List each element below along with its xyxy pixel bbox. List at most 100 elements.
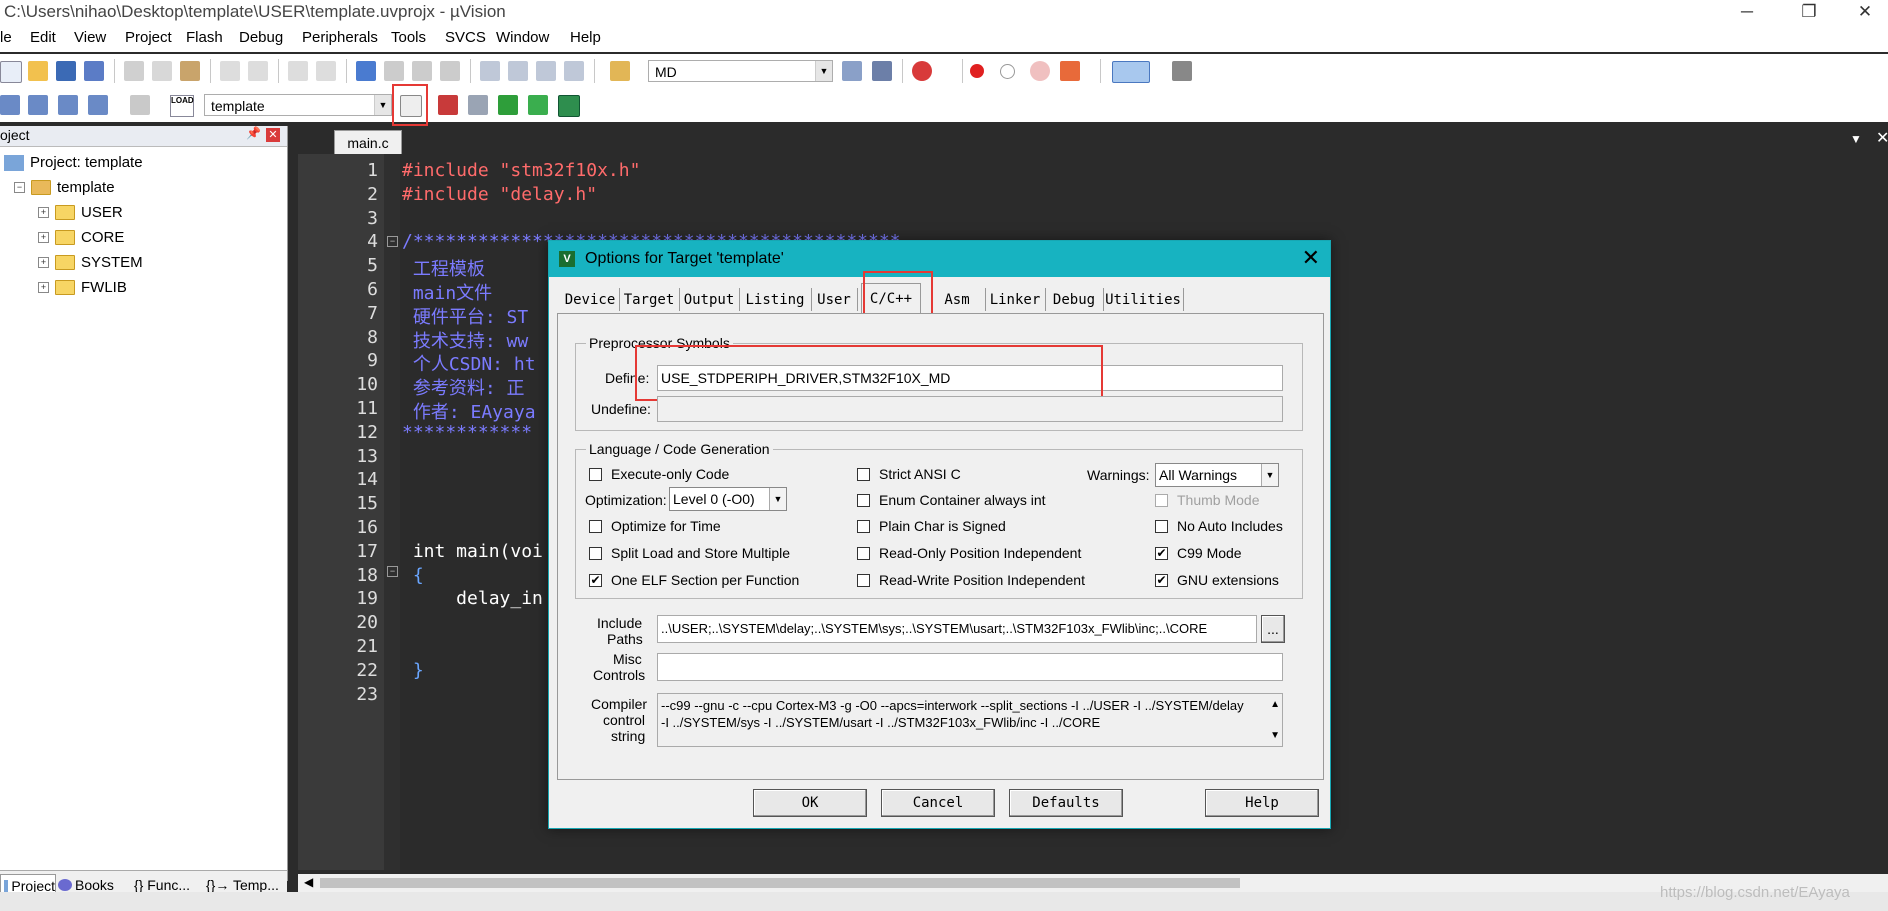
tree-project-root[interactable]: Project: template	[4, 150, 143, 175]
plain-char-checkbox[interactable]	[857, 520, 870, 533]
scroll-left-icon[interactable]: ◀	[304, 875, 313, 889]
copy-icon[interactable]	[152, 61, 172, 81]
breakpoint-icon[interactable]	[970, 64, 984, 78]
find-in-files-icon[interactable]	[610, 61, 630, 81]
manage-rte-icon[interactable]	[498, 95, 518, 115]
build-icon[interactable]	[28, 95, 48, 115]
nav-forward-icon[interactable]	[316, 61, 336, 81]
strict-ansi-checkbox[interactable]	[857, 468, 870, 481]
nav-back-icon[interactable]	[288, 61, 308, 81]
tab-list-icon[interactable]: ▼	[1850, 132, 1862, 146]
tree-group-fwlib[interactable]: + FWLIB	[38, 275, 127, 300]
rebuild-icon[interactable]	[58, 95, 78, 115]
no-auto-includes-checkbox[interactable]	[1155, 520, 1168, 533]
menu-tools[interactable]: Tools	[391, 29, 426, 46]
menu-file[interactable]: le	[0, 29, 12, 46]
menu-debug[interactable]: Debug	[239, 29, 283, 46]
tab-utilities[interactable]: Utilities	[1103, 288, 1184, 311]
redo-icon[interactable]	[248, 61, 268, 81]
paste-icon[interactable]	[180, 61, 200, 81]
ro-pos-checkbox[interactable]	[857, 547, 870, 560]
dialog-close-icon[interactable]: ✕	[1302, 245, 1320, 271]
collapse-icon[interactable]: −	[14, 182, 25, 193]
compiler-string-field[interactable]: --c99 --gnu -c --cpu Cortex-M3 -g -O0 --…	[657, 693, 1283, 747]
close-tab-icon[interactable]: ✕	[1876, 128, 1888, 148]
help-button[interactable]: Help	[1205, 789, 1319, 817]
optimize-time-checkbox[interactable]	[589, 520, 602, 533]
configure-icon[interactable]	[1172, 61, 1192, 81]
minimize-button[interactable]: ─	[1724, 0, 1770, 24]
menu-peripherals[interactable]: Peripherals	[302, 29, 378, 46]
load-icon[interactable]: LOAD	[170, 95, 194, 117]
find-combo[interactable]: MD ▼	[648, 60, 833, 82]
target-select[interactable]: template ▼	[204, 94, 392, 116]
c99-checkbox[interactable]: ✔	[1155, 547, 1168, 560]
translate-icon[interactable]	[0, 95, 20, 115]
save-all-icon[interactable]	[84, 61, 104, 81]
gnu-ext-checkbox[interactable]: ✔	[1155, 574, 1168, 587]
optimization-select[interactable]: Level 0 (-O0) ▼	[669, 487, 787, 511]
include-paths-field[interactable]: ..\USER;..\SYSTEM\delay;..\SYSTEM\sys;..…	[657, 615, 1257, 643]
one-elf-checkbox[interactable]: ✔	[589, 574, 602, 587]
tab-device[interactable]: Device	[561, 288, 620, 311]
batch-build-icon[interactable]	[88, 95, 108, 115]
tab-user[interactable]: User	[811, 288, 858, 311]
tab-asm[interactable]: Asm	[929, 288, 986, 311]
tree-group-system[interactable]: + SYSTEM	[38, 250, 143, 275]
close-window-button[interactable]: ✕	[1842, 0, 1888, 24]
chevron-down-icon[interactable]: ▼	[374, 95, 391, 115]
bookmark-prev-icon[interactable]	[384, 61, 404, 81]
menu-edit[interactable]: Edit	[30, 29, 56, 46]
pack-installer-icon[interactable]	[528, 95, 548, 115]
new-file-icon[interactable]	[0, 61, 22, 83]
stop-build-icon[interactable]	[130, 95, 150, 115]
uncomment-icon[interactable]	[564, 61, 584, 81]
tab-main-c[interactable]: main.c	[334, 130, 402, 156]
tree-group-core[interactable]: + CORE	[38, 225, 124, 250]
manage-components-icon[interactable]	[438, 95, 458, 115]
incremental-find-icon[interactable]	[872, 61, 892, 81]
scroll-up-icon[interactable]: ▲	[1270, 696, 1280, 713]
software-packs-icon[interactable]	[558, 95, 580, 117]
rw-pos-checkbox[interactable]	[857, 574, 870, 587]
tab-output[interactable]: Output	[679, 288, 740, 311]
bookmark-next-icon[interactable]	[412, 61, 432, 81]
chevron-down-icon[interactable]: ▼	[1261, 464, 1278, 486]
tree-group-user[interactable]: + USER	[38, 200, 123, 225]
execute-only-checkbox[interactable]	[589, 468, 602, 481]
open-file-icon[interactable]	[28, 61, 48, 81]
scrollbar-thumb[interactable]	[320, 878, 1240, 888]
comment-icon[interactable]	[536, 61, 556, 81]
expand-icon[interactable]: +	[38, 257, 49, 268]
defaults-button[interactable]: Defaults	[1009, 789, 1123, 817]
menu-help[interactable]: Help	[570, 29, 601, 46]
enum-container-checkbox[interactable]	[857, 494, 870, 507]
cancel-button[interactable]: Cancel	[881, 789, 995, 817]
undefine-field[interactable]	[657, 396, 1283, 422]
tree-target[interactable]: − template	[14, 175, 115, 200]
include-browse-button[interactable]: ...	[1261, 615, 1285, 643]
breakpoint-kill-icon[interactable]	[1030, 61, 1050, 81]
maximize-button[interactable]: ❐	[1786, 0, 1832, 24]
menu-svcs[interactable]: SVCS	[445, 29, 486, 46]
debug-session-icon[interactable]	[912, 61, 932, 81]
tab-listing[interactable]: Listing	[739, 288, 812, 311]
save-icon[interactable]	[56, 61, 76, 81]
scroll-down-icon[interactable]: ▼	[1270, 727, 1280, 744]
chevron-down-icon[interactable]: ▼	[815, 61, 832, 81]
unindent-icon[interactable]	[508, 61, 528, 81]
select-packs-icon[interactable]	[468, 95, 488, 115]
undo-icon[interactable]	[220, 61, 240, 81]
warnings-select[interactable]: All Warnings ▼	[1155, 463, 1279, 487]
menu-project[interactable]: Project	[125, 29, 172, 46]
split-load-checkbox[interactable]	[589, 547, 602, 560]
indent-icon[interactable]	[480, 61, 500, 81]
menu-flash[interactable]: Flash	[186, 29, 223, 46]
breakpoint-disable-icon[interactable]	[1000, 64, 1015, 79]
breakpoint-window-icon[interactable]	[1060, 61, 1080, 81]
cut-icon[interactable]	[124, 61, 144, 81]
find-icon[interactable]	[842, 61, 862, 81]
bookmark-clear-icon[interactable]	[440, 61, 460, 81]
tab-debug[interactable]: Debug	[1045, 288, 1104, 311]
ok-button[interactable]: OK	[753, 789, 867, 817]
